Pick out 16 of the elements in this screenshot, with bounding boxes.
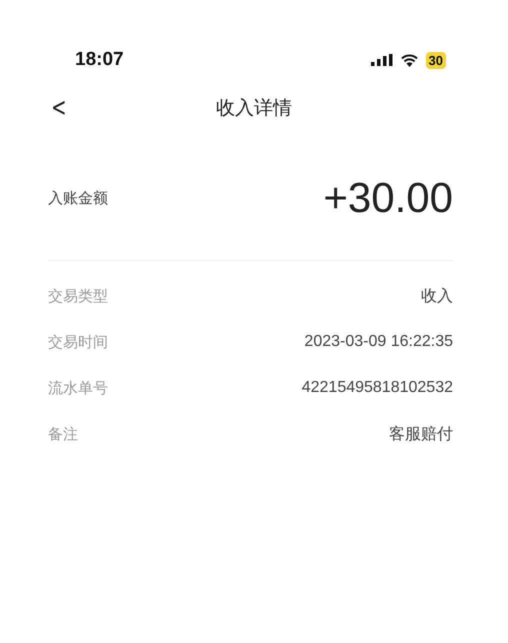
detail-value: 2023-03-09 16:22:35	[304, 333, 453, 351]
detail-label: 流水单号	[48, 378, 108, 398]
detail-value: 42215495818102532	[302, 379, 453, 397]
detail-label: 交易时间	[48, 332, 108, 352]
amount-value: +30.00	[323, 174, 453, 222]
wifi-icon	[400, 54, 418, 66]
page-title: 收入详情	[215, 96, 293, 121]
detail-value: 客服赔付	[389, 424, 453, 444]
status-time: 18:07	[75, 49, 124, 71]
amount-label: 入账金额	[48, 188, 108, 208]
detail-label: 备注	[48, 424, 78, 444]
detail-label: 交易类型	[48, 286, 108, 306]
detail-value: 收入	[421, 286, 453, 306]
signal-icon	[370, 54, 393, 66]
battery-level: 30	[426, 52, 446, 68]
back-button[interactable]: <	[51, 95, 67, 121]
